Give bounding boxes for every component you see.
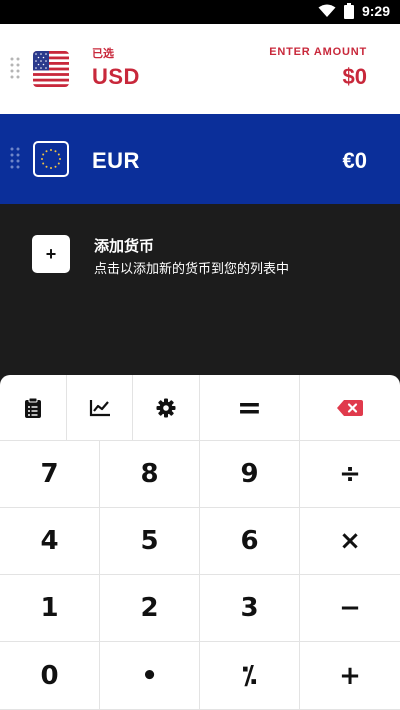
key-1[interactable]: 1 xyxy=(0,575,100,642)
number-keys: 7 8 9 ÷ 4 5 6 × 1 2 3 − 0 • ⁒ + xyxy=(0,441,400,710)
enter-amount-hint: ENTER AMOUNT xyxy=(269,46,367,58)
backspace-icon[interactable] xyxy=(300,375,400,441)
status-time: 9:29 xyxy=(361,3,390,19)
keypad-toolbar: = xyxy=(0,375,400,441)
key-divide[interactable]: ÷ xyxy=(300,441,400,508)
key-add[interactable]: + xyxy=(300,642,400,710)
key-0[interactable]: 0 xyxy=(0,642,100,710)
chart-icon[interactable] xyxy=(67,375,133,441)
clipboard-icon[interactable] xyxy=(0,375,67,441)
add-currency-row[interactable]: + 添加货币 点击以添加新的货币到您的列表中 xyxy=(0,204,400,304)
add-currency-description: 点击以添加新的货币到您的列表中 xyxy=(94,262,290,277)
wifi-icon xyxy=(318,4,336,18)
currency-row-usd[interactable]: 已选 USD ENTER AMOUNT $0 xyxy=(0,24,400,114)
add-currency-button[interactable]: + xyxy=(32,235,70,273)
equals-icon: = xyxy=(236,390,263,426)
key-multiply[interactable]: × xyxy=(300,508,400,575)
key-9[interactable]: 9 xyxy=(200,441,300,508)
selected-label: 已选 xyxy=(92,48,114,60)
key-5[interactable]: 5 xyxy=(100,508,200,575)
key-subtract[interactable]: − xyxy=(300,575,400,642)
equals-button[interactable]: = xyxy=(200,375,300,441)
keypad: = 7 8 9 ÷ 4 5 6 × 1 2 3 − 0 • ⁒ + xyxy=(0,375,400,710)
key-8[interactable]: 8 xyxy=(100,441,200,508)
add-currency-title: 添加货币 xyxy=(94,237,155,255)
status-bar: 9:29 xyxy=(0,0,400,24)
currency-code-usd: USD xyxy=(92,64,140,89)
key-percent[interactable]: ⁒ xyxy=(200,642,300,710)
gear-icon[interactable] xyxy=(133,375,200,441)
amount-usd[interactable]: $0 xyxy=(343,64,367,90)
key-3[interactable]: 3 xyxy=(200,575,300,642)
key-6[interactable]: 6 xyxy=(200,508,300,575)
us-flag-icon xyxy=(33,51,69,87)
key-decimal[interactable]: • xyxy=(100,642,200,710)
key-4[interactable]: 4 xyxy=(0,508,100,575)
drag-handle-icon[interactable] xyxy=(10,57,20,81)
battery-icon xyxy=(343,3,354,19)
drag-handle-icon[interactable] xyxy=(10,147,20,171)
amount-eur[interactable]: €0 xyxy=(343,148,367,174)
key-2[interactable]: 2 xyxy=(100,575,200,642)
currency-row-eur[interactable]: EUR €0 xyxy=(0,114,400,204)
currency-code-eur: EUR xyxy=(92,148,140,173)
eu-flag-icon xyxy=(33,141,69,177)
key-7[interactable]: 7 xyxy=(0,441,100,508)
